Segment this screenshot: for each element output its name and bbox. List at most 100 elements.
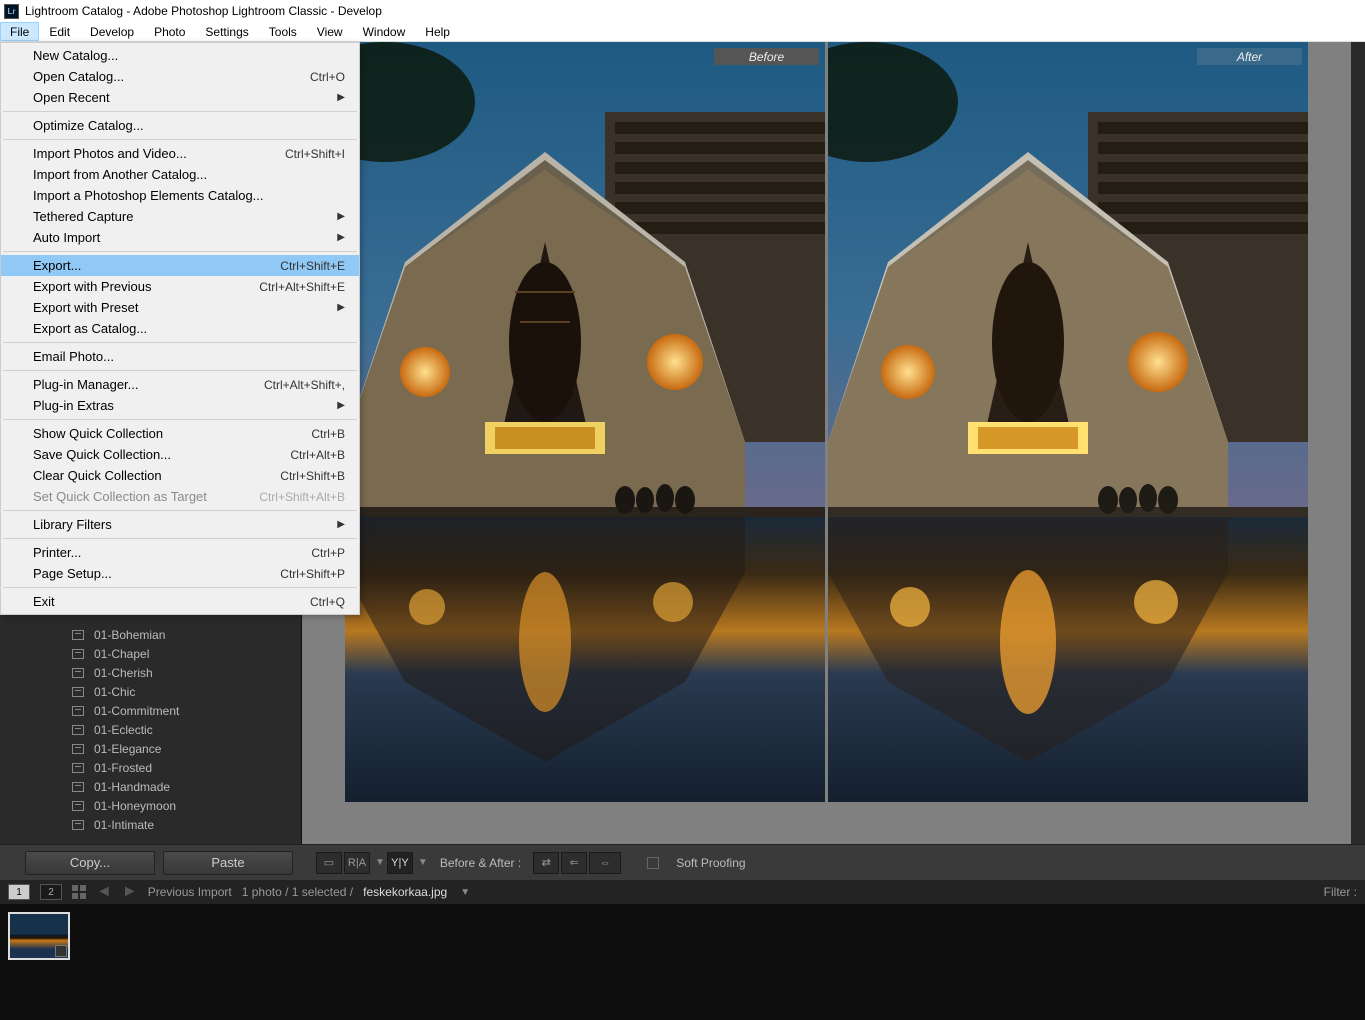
preset-label: 01-Chapel (94, 647, 149, 661)
right-panel-collapsed[interactable] (1351, 42, 1365, 844)
preset-icon (72, 706, 84, 716)
preset-icon (72, 782, 84, 792)
preset-icon (72, 820, 84, 830)
preset-label: 01-Elegance (94, 742, 161, 756)
preset-item[interactable]: 01-Frosted (0, 758, 301, 777)
preset-icon (72, 763, 84, 773)
nav-back-icon[interactable]: ◄ (96, 883, 112, 901)
preset-item[interactable]: 01-Intimate (0, 815, 301, 834)
main-screen-button[interactable]: 1 (8, 884, 30, 900)
menu-bar: File Edit Develop Photo Settings Tools V… (0, 22, 1365, 42)
menu-item-export-with-preset[interactable]: Export with Preset▶ (1, 297, 359, 318)
before-after-view-button[interactable]: Y|Y (387, 852, 413, 874)
soft-proofing-label: Soft Proofing (676, 856, 745, 870)
reference-view-button[interactable]: R|A (344, 852, 370, 874)
menu-item-optimize-catalog[interactable]: Optimize Catalog... (1, 115, 359, 136)
window-title: Lightroom Catalog - Adobe Photoshop Ligh… (25, 4, 382, 18)
menu-item-auto-import[interactable]: Auto Import▶ (1, 227, 359, 248)
preview-area: Before (302, 42, 1351, 844)
menu-item-tethered-capture[interactable]: Tethered Capture▶ (1, 206, 359, 227)
menu-item-library-filters[interactable]: Library Filters▶ (1, 514, 359, 535)
menu-item-export[interactable]: Export...Ctrl+Shift+E (1, 255, 359, 276)
after-badge: After (1197, 48, 1302, 65)
menu-item-clear-quick-collection[interactable]: Clear Quick CollectionCtrl+Shift+B (1, 465, 359, 486)
thumbnail[interactable] (8, 912, 70, 960)
menu-window[interactable]: Window (353, 22, 416, 41)
preset-icon (72, 801, 84, 811)
menu-item-import-a-photoshop-elements-catalog[interactable]: Import a Photoshop Elements Catalog... (1, 185, 359, 206)
preset-item[interactable]: 01-Commitment (0, 701, 301, 720)
menu-item-export-with-previous[interactable]: Export with PreviousCtrl+Alt+Shift+E (1, 276, 359, 297)
chevron-right-icon: ▶ (337, 92, 345, 103)
preset-item[interactable]: 01-Eclectic (0, 720, 301, 739)
nav-forward-icon[interactable]: ► (122, 883, 138, 901)
menu-settings[interactable]: Settings (195, 22, 258, 41)
preset-icon (72, 668, 84, 678)
loupe-view-button[interactable]: ▭ (316, 852, 342, 874)
before-after-label: Before & After : (440, 856, 521, 870)
soft-proofing-checkbox[interactable] (647, 857, 659, 869)
menu-item-email-photo[interactable]: Email Photo... (1, 346, 359, 367)
preset-item[interactable]: 01-Cherish (0, 663, 301, 682)
preset-item[interactable]: 01-Elegance (0, 739, 301, 758)
menu-tools[interactable]: Tools (259, 22, 307, 41)
preset-item[interactable]: 01-Honeymoon (0, 796, 301, 815)
menu-edit[interactable]: Edit (39, 22, 80, 41)
before-photo[interactable]: Before (345, 42, 825, 844)
chevron-down-icon[interactable]: ▼ (460, 887, 470, 898)
preset-label: 01-Frosted (94, 761, 152, 775)
copy-after-to-before-button[interactable]: ⇔ (589, 852, 621, 874)
menu-item-plug-in-manager[interactable]: Plug-in Manager...Ctrl+Alt+Shift+, (1, 374, 359, 395)
preset-icon (72, 687, 84, 697)
menu-item-exit[interactable]: ExitCtrl+Q (1, 591, 359, 612)
menu-item-printer[interactable]: Printer...Ctrl+P (1, 542, 359, 563)
preset-icon (72, 725, 84, 735)
copy-before-to-after-button[interactable]: ⇐ (561, 852, 587, 874)
preset-label: 01-Intimate (94, 818, 154, 832)
menu-item-open-catalog[interactable]: Open Catalog...Ctrl+O (1, 66, 359, 87)
chevron-right-icon: ▶ (337, 232, 345, 243)
source-crumb[interactable]: Previous Import (148, 885, 232, 899)
app-logo-icon: Lr (4, 4, 19, 19)
filmstrip: 1 2 ◄ ► Previous Import 1 photo / 1 sele… (0, 880, 1365, 1020)
chevron-right-icon: ▶ (337, 400, 345, 411)
current-filename[interactable]: feskekorkaa.jpg (363, 885, 447, 899)
preset-item[interactable]: 01-Chapel (0, 644, 301, 663)
filter-label[interactable]: Filter : (1324, 885, 1357, 899)
develop-toolbar: Copy... Paste ▭ R|A ▼ Y|Y ▼ Before & Aft… (0, 844, 1365, 880)
menu-file[interactable]: File (0, 22, 39, 41)
menu-item-export-as-catalog[interactable]: Export as Catalog... (1, 318, 359, 339)
menu-develop[interactable]: Develop (80, 22, 144, 41)
chevron-down-icon[interactable]: ▼ (375, 857, 385, 868)
thumbnail-strip (0, 904, 1365, 1020)
chevron-right-icon: ▶ (337, 302, 345, 313)
menu-photo[interactable]: Photo (144, 22, 195, 41)
preset-item[interactable]: 01-Chic (0, 682, 301, 701)
preset-icon (72, 649, 84, 659)
after-photo[interactable]: After (828, 42, 1308, 844)
second-screen-button[interactable]: 2 (40, 884, 62, 900)
menu-item-set-quick-collection-as-target: Set Quick Collection as TargetCtrl+Shift… (1, 486, 359, 507)
menu-item-page-setup[interactable]: Page Setup...Ctrl+Shift+P (1, 563, 359, 584)
preset-item[interactable]: 01-Handmade (0, 777, 301, 796)
menu-view[interactable]: View (307, 22, 353, 41)
menu-item-import-from-another-catalog[interactable]: Import from Another Catalog... (1, 164, 359, 185)
paste-button[interactable]: Paste (163, 851, 293, 875)
menu-item-import-photos-and-video[interactable]: Import Photos and Video...Ctrl+Shift+I (1, 143, 359, 164)
menu-item-new-catalog[interactable]: New Catalog... (1, 45, 359, 66)
menu-help[interactable]: Help (415, 22, 460, 41)
chevron-down-icon[interactable]: ▼ (418, 857, 428, 868)
menu-item-open-recent[interactable]: Open Recent▶ (1, 87, 359, 108)
preset-item[interactable]: 01-Bohemian (0, 625, 301, 644)
grid-view-icon[interactable] (72, 885, 86, 899)
menu-item-show-quick-collection[interactable]: Show Quick CollectionCtrl+B (1, 423, 359, 444)
preset-label: 01-Honeymoon (94, 799, 176, 813)
menu-item-plug-in-extras[interactable]: Plug-in Extras▶ (1, 395, 359, 416)
swap-before-after-button[interactable]: ⇄ (533, 852, 559, 874)
preset-icon (72, 630, 84, 640)
filmstrip-bar: 1 2 ◄ ► Previous Import 1 photo / 1 sele… (0, 880, 1365, 904)
copy-button[interactable]: Copy... (25, 851, 155, 875)
preset-icon (72, 744, 84, 754)
title-bar: Lr Lightroom Catalog - Adobe Photoshop L… (0, 0, 1365, 22)
menu-item-save-quick-collection[interactable]: Save Quick Collection...Ctrl+Alt+B (1, 444, 359, 465)
